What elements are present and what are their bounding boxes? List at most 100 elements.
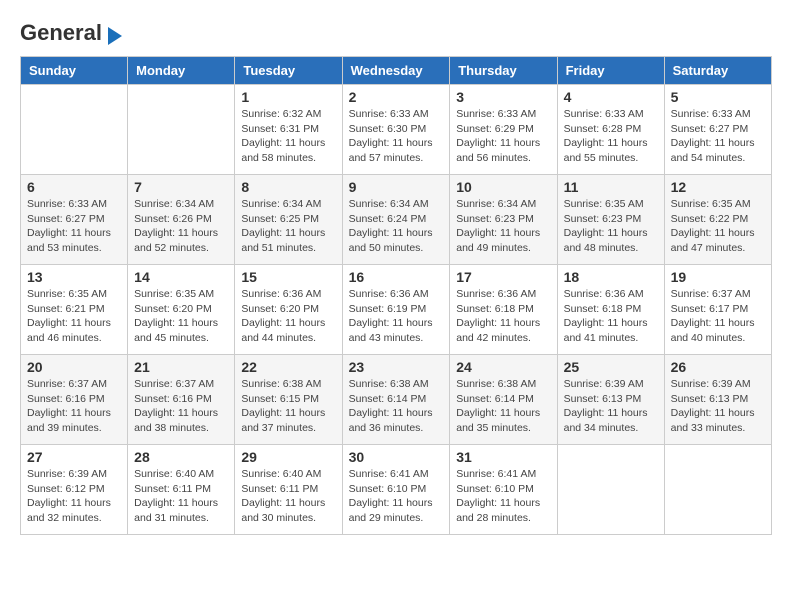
day-info: Sunrise: 6:39 AM Sunset: 6:13 PM Dayligh… [671,377,765,436]
calendar-cell: 21 Sunrise: 6:37 AM Sunset: 6:16 PM Dayli… [128,355,235,445]
calendar-cell: 29Sunrise: 6:40 AM Sunset: 6:11 PM Dayli… [235,445,342,535]
day-number: 27 [27,449,121,465]
day-of-week-header: Tuesday [235,57,342,85]
day-info: Sunrise: 6:33 AM Sunset: 6:30 PM Dayligh… [349,107,444,166]
day-number: 21 [134,359,228,375]
day-info: Sunrise: 6:38 AM Sunset: 6:14 PM Dayligh… [456,377,550,436]
logo-arrow-icon [108,27,122,45]
calendar-cell: 7 Sunrise: 6:34 AM Sunset: 6:26 PM Daylig… [128,175,235,265]
calendar-cell: 17 Sunrise: 6:36 AM Sunset: 6:18 PM Dayli… [450,265,557,355]
calendar-cell: 24 Sunrise: 6:38 AM Sunset: 6:14 PM Dayli… [450,355,557,445]
calendar-cell: 16 Sunrise: 6:36 AM Sunset: 6:19 PM Dayli… [342,265,450,355]
calendar-cell: 31 Sunrise: 6:41 AM Sunset: 6:10 PM Dayli… [450,445,557,535]
day-info: Sunrise: 6:33 AM Sunset: 6:27 PM Dayligh… [671,107,765,166]
day-info: Sunrise: 6:38 AM Sunset: 6:14 PM Dayligh… [349,377,444,436]
day-info: Sunrise: 6:35 AM Sunset: 6:20 PM Dayligh… [134,287,228,346]
day-of-week-header: Wednesday [342,57,450,85]
day-info: Sunrise: 6:35 AM Sunset: 6:23 PM Dayligh… [564,197,658,256]
day-info: Sunrise: 6:37 AM Sunset: 6:16 PM Dayligh… [27,377,121,436]
day-number: 24 [456,359,550,375]
day-number: 9 [349,179,444,195]
day-of-week-header: Thursday [450,57,557,85]
day-number: 5 [671,89,765,105]
day-info: Sunrise: 6:33 AM Sunset: 6:27 PM Dayligh… [27,197,121,256]
calendar-cell [128,85,235,175]
day-info: Sunrise: 6:41 AM Sunset: 6:10 PM Dayligh… [456,467,550,526]
day-number: 17 [456,269,550,285]
calendar-cell: 25 Sunrise: 6:39 AM Sunset: 6:13 PM Dayli… [557,355,664,445]
calendar-cell: 27 Sunrise: 6:39 AM Sunset: 6:12 PM Dayli… [21,445,128,535]
day-info: Sunrise: 6:34 AM Sunset: 6:26 PM Dayligh… [134,197,228,256]
calendar-table: SundayMondayTuesdayWednesdayThursdayFrid… [20,56,772,535]
calendar-cell [557,445,664,535]
calendar-cell: 14 Sunrise: 6:35 AM Sunset: 6:20 PM Dayli… [128,265,235,355]
day-info: Sunrise: 6:37 AM Sunset: 6:17 PM Dayligh… [671,287,765,346]
day-number: 18 [564,269,658,285]
day-number: 13 [27,269,121,285]
day-number: 10 [456,179,550,195]
day-info: Sunrise: 6:33 AM Sunset: 6:29 PM Dayligh… [456,107,550,166]
calendar-cell: 12 Sunrise: 6:35 AM Sunset: 6:22 PM Dayli… [664,175,771,265]
day-info: Sunrise: 6:36 AM Sunset: 6:18 PM Dayligh… [456,287,550,346]
logo-general: General [20,20,102,45]
calendar-week-row: 27 Sunrise: 6:39 AM Sunset: 6:12 PM Dayli… [21,445,772,535]
calendar-cell: 26Sunrise: 6:39 AM Sunset: 6:13 PM Dayli… [664,355,771,445]
day-info: Sunrise: 6:34 AM Sunset: 6:24 PM Dayligh… [349,197,444,256]
day-info: Sunrise: 6:36 AM Sunset: 6:18 PM Dayligh… [564,287,658,346]
day-info: Sunrise: 6:38 AM Sunset: 6:15 PM Dayligh… [241,377,335,436]
day-number: 4 [564,89,658,105]
day-number: 23 [349,359,444,375]
day-number: 1 [241,89,335,105]
calendar-cell [21,85,128,175]
calendar-cell: 9 Sunrise: 6:34 AM Sunset: 6:24 PM Daylig… [342,175,450,265]
day-info: Sunrise: 6:32 AM Sunset: 6:31 PM Dayligh… [241,107,335,166]
day-info: Sunrise: 6:35 AM Sunset: 6:21 PM Dayligh… [27,287,121,346]
calendar-cell: 28 Sunrise: 6:40 AM Sunset: 6:11 PM Dayli… [128,445,235,535]
day-info: Sunrise: 6:39 AM Sunset: 6:13 PM Dayligh… [564,377,658,436]
day-of-week-header: Sunday [21,57,128,85]
day-number: 2 [349,89,444,105]
calendar-cell: 4 Sunrise: 6:33 AM Sunset: 6:28 PM Daylig… [557,85,664,175]
day-info: Sunrise: 6:35 AM Sunset: 6:22 PM Dayligh… [671,197,765,256]
day-number: 8 [241,179,335,195]
calendar-cell: 18 Sunrise: 6:36 AM Sunset: 6:18 PM Dayli… [557,265,664,355]
day-info: Sunrise: 6:41 AM Sunset: 6:10 PM Dayligh… [349,467,444,526]
day-info: Sunrise: 6:33 AM Sunset: 6:28 PM Dayligh… [564,107,658,166]
day-number: 12 [671,179,765,195]
day-number: 28 [134,449,228,465]
day-number: 16 [349,269,444,285]
day-info: Sunrise: 6:36 AM Sunset: 6:19 PM Dayligh… [349,287,444,346]
day-number: 20 [27,359,121,375]
day-info: Sunrise: 6:39 AM Sunset: 6:12 PM Dayligh… [27,467,121,526]
calendar-week-row: 1 Sunrise: 6:32 AM Sunset: 6:31 PM Daylig… [21,85,772,175]
calendar-cell: 20 Sunrise: 6:37 AM Sunset: 6:16 PM Dayli… [21,355,128,445]
day-number: 6 [27,179,121,195]
calendar-cell: 5 Sunrise: 6:33 AM Sunset: 6:27 PM Daylig… [664,85,771,175]
day-info: Sunrise: 6:34 AM Sunset: 6:25 PM Dayligh… [241,197,335,256]
calendar-cell: 8 Sunrise: 6:34 AM Sunset: 6:25 PM Daylig… [235,175,342,265]
page-header: General [20,20,772,46]
day-number: 14 [134,269,228,285]
day-number: 31 [456,449,550,465]
calendar-cell [664,445,771,535]
calendar-cell: 2 Sunrise: 6:33 AM Sunset: 6:30 PM Daylig… [342,85,450,175]
day-number: 7 [134,179,228,195]
day-number: 25 [564,359,658,375]
day-of-week-header: Friday [557,57,664,85]
calendar-cell: 15Sunrise: 6:36 AM Sunset: 6:20 PM Dayli… [235,265,342,355]
day-number: 22 [241,359,335,375]
calendar-week-row: 13 Sunrise: 6:35 AM Sunset: 6:21 PM Dayli… [21,265,772,355]
day-number: 3 [456,89,550,105]
calendar-cell: 1 Sunrise: 6:32 AM Sunset: 6:31 PM Daylig… [235,85,342,175]
calendar-week-row: 6 Sunrise: 6:33 AM Sunset: 6:27 PM Daylig… [21,175,772,265]
day-info: Sunrise: 6:37 AM Sunset: 6:16 PM Dayligh… [134,377,228,436]
calendar-cell: 30 Sunrise: 6:41 AM Sunset: 6:10 PM Dayli… [342,445,450,535]
day-info: Sunrise: 6:40 AM Sunset: 6:11 PM Dayligh… [134,467,228,526]
calendar-cell: 6 Sunrise: 6:33 AM Sunset: 6:27 PM Daylig… [21,175,128,265]
calendar-cell: 22 Sunrise: 6:38 AM Sunset: 6:15 PM Dayli… [235,355,342,445]
calendar-cell: 13 Sunrise: 6:35 AM Sunset: 6:21 PM Dayli… [21,265,128,355]
day-number: 29 [241,449,335,465]
day-number: 30 [349,449,444,465]
day-info: Sunrise: 6:36 AM Sunset: 6:20 PM Dayligh… [241,287,335,346]
day-number: 19 [671,269,765,285]
